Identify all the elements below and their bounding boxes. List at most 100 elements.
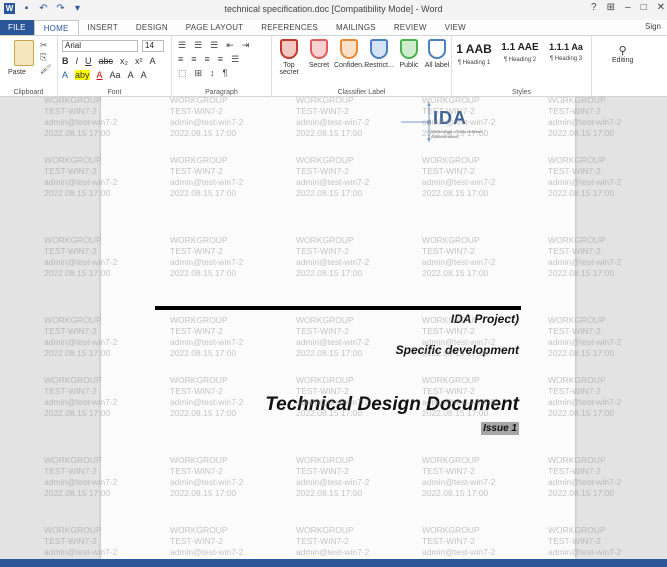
style-heading-2-name: ¶ Heading 2 (503, 57, 537, 63)
align-right-icon[interactable]: ≡ (205, 54, 210, 65)
paragraph-row-1: ☰ ☰ ☰ ⇤ ⇥ (178, 40, 249, 51)
font-name-select[interactable]: Arial (62, 40, 138, 52)
sort-icon[interactable]: ↕ (210, 68, 215, 79)
style-heading-3-name: ¶ Heading 3 (549, 56, 583, 62)
text-effects-button[interactable]: A (62, 70, 68, 80)
paste-icon[interactable] (14, 40, 34, 66)
status-bar (0, 559, 667, 567)
bullets-icon[interactable]: ☰ (178, 40, 186, 51)
restricted-button[interactable]: Restrict... (364, 39, 394, 69)
styles-group-label: Styles (511, 89, 532, 96)
line-spacing-icon[interactable]: ☰ (231, 54, 239, 65)
style-heading-1[interactable]: 1 AAB ¶ Heading 1 (452, 42, 496, 66)
classifier-group-label: Classifier Label (337, 89, 386, 96)
decrease-indent-icon[interactable]: ⇤ (226, 40, 234, 51)
document-title: Technical Design Document (265, 394, 519, 415)
minimize-button[interactable]: – (625, 2, 631, 13)
copy-icon[interactable]: ⎘ (40, 52, 47, 63)
style-heading-3[interactable]: 1.1.1 Aa ¶ Heading 3 (544, 42, 588, 62)
close-button[interactable]: ✕ (657, 2, 665, 13)
editing-group: ⚲ Editing (592, 36, 667, 98)
font-format-row: B I U abc x₂ x² A (62, 56, 156, 66)
tab-references[interactable]: REFERENCES (252, 20, 327, 35)
window-title: technical specification.doc [Compatibili… (224, 4, 443, 14)
styles-group: 1 AAB ¶ Heading 1 1.1 AAE ¶ Heading 2 1.… (452, 36, 592, 98)
underline-button[interactable]: U (85, 56, 92, 66)
top-secret-label: Top secret (279, 62, 299, 76)
italic-button[interactable]: I (76, 56, 79, 66)
strikethrough-button[interactable]: abc (99, 56, 114, 66)
format-painter-icon[interactable]: 🖌 (40, 64, 51, 75)
title-bar: W ▪ ↶ ↷ ▾ technical specification.doc [C… (0, 0, 667, 20)
style-heading-1-name: ¶ Heading 1 (457, 60, 491, 66)
paragraph-group-label: Paragraph (205, 89, 238, 96)
clear-format-button[interactable]: A (150, 56, 156, 66)
grow-font-button[interactable]: A (128, 70, 134, 80)
editing-button[interactable]: ⚲ Editing (612, 44, 633, 64)
tab-home[interactable]: HOME (33, 20, 79, 35)
confidential-button[interactable]: Confiden... (334, 39, 368, 69)
ida-logo: IDA Interchange of Data between Administ… (401, 102, 491, 142)
tab-page-layout[interactable]: PAGE LAYOUT (177, 20, 252, 35)
bold-button[interactable]: B (62, 56, 69, 66)
font-color-button[interactable]: A (97, 70, 103, 80)
style-heading-3-sample: 1.1.1 Aa (549, 42, 583, 52)
tab-mailings[interactable]: MAILINGS (327, 20, 385, 35)
cut-icon[interactable]: ✂ (40, 40, 48, 51)
public-button[interactable]: Public (394, 39, 424, 69)
shrink-font-button[interactable]: A (141, 70, 147, 80)
paragraph-row-2: ≡ ≡ ≡ ≡ ☰ (178, 54, 239, 65)
align-left-icon[interactable]: ≡ (178, 54, 183, 65)
ribbon: Paste ✂ ⎘ 🖌 Clipboard Arial 14 B I U abc… (0, 35, 667, 98)
numbering-icon[interactable]: ☰ (194, 40, 202, 51)
tab-file[interactable]: FILE (0, 20, 34, 35)
font-color-row: A aby A Aa A A (62, 70, 147, 80)
highlight-button[interactable]: aby (75, 70, 90, 80)
restricted-label: Restrict... (364, 62, 394, 69)
sign-in-link[interactable]: Sign (645, 22, 661, 31)
shield-icon (310, 39, 328, 59)
secret-button[interactable]: Secret (304, 39, 334, 69)
tab-review[interactable]: REVIEW (385, 20, 436, 35)
style-heading-2[interactable]: 1.1 AAE ¶ Heading 2 (498, 42, 542, 63)
all-label-button[interactable]: All label (422, 39, 452, 69)
increase-indent-icon[interactable]: ⇥ (242, 40, 250, 51)
classifier-group: Top secret Secret Confiden... Restrict..… (272, 36, 452, 98)
shading-icon[interactable]: ⬚ (178, 68, 187, 79)
ida-logo-text: IDA (433, 108, 467, 128)
secret-label: Secret (308, 62, 330, 69)
font-size-select[interactable]: 14 (142, 40, 164, 52)
shield-icon (280, 39, 298, 59)
justify-icon[interactable]: ≡ (218, 54, 223, 65)
maximize-button[interactable]: □ (641, 2, 647, 13)
subscript-button[interactable]: x₂ (120, 56, 128, 66)
align-center-icon[interactable]: ≡ (191, 54, 196, 65)
help-button[interactable]: ? (591, 2, 597, 13)
paste-button[interactable]: Paste (8, 69, 26, 76)
font-group: Arial 14 B I U abc x₂ x² A A aby A Aa A … (58, 36, 172, 98)
multilevel-list-icon[interactable]: ☰ (210, 40, 218, 51)
confidential-label: Confiden... (334, 62, 368, 69)
ribbon-display-options-button[interactable]: ⊞ (607, 2, 615, 13)
shield-icon (340, 39, 358, 59)
clipboard-group: Paste ✂ ⎘ 🖌 Clipboard (0, 36, 58, 98)
superscript-button[interactable]: x² (135, 56, 143, 66)
document-area[interactable]: IDA Interchange of Data between Administ… (0, 97, 667, 559)
shield-icon (400, 39, 418, 59)
font-group-label: Font (107, 89, 122, 96)
window-controls: ? ⊞ – □ ✕ (591, 2, 665, 13)
document-page[interactable]: IDA Interchange of Data between Administ… (101, 97, 575, 559)
ida-logo-subtitle: Interchange of Data between Administrati… (431, 129, 483, 139)
ribbon-tabs: FILE HOME INSERT DESIGN PAGE LAYOUT REFE… (0, 20, 667, 35)
all-label-label: All label (424, 62, 450, 69)
show-marks-icon[interactable]: ¶ (223, 68, 228, 79)
tab-design[interactable]: DESIGN (127, 20, 177, 35)
document-subtitle: Specific development (395, 343, 519, 357)
issue-number: Issue 1 (481, 422, 519, 435)
change-case-button[interactable]: Aa (110, 70, 121, 80)
tab-view[interactable]: VIEW (436, 20, 475, 35)
top-secret-button[interactable]: Top secret (274, 39, 304, 76)
tab-insert[interactable]: INSERT (79, 20, 127, 35)
borders-icon[interactable]: ⊞ (195, 68, 203, 79)
public-label: Public (399, 62, 419, 69)
